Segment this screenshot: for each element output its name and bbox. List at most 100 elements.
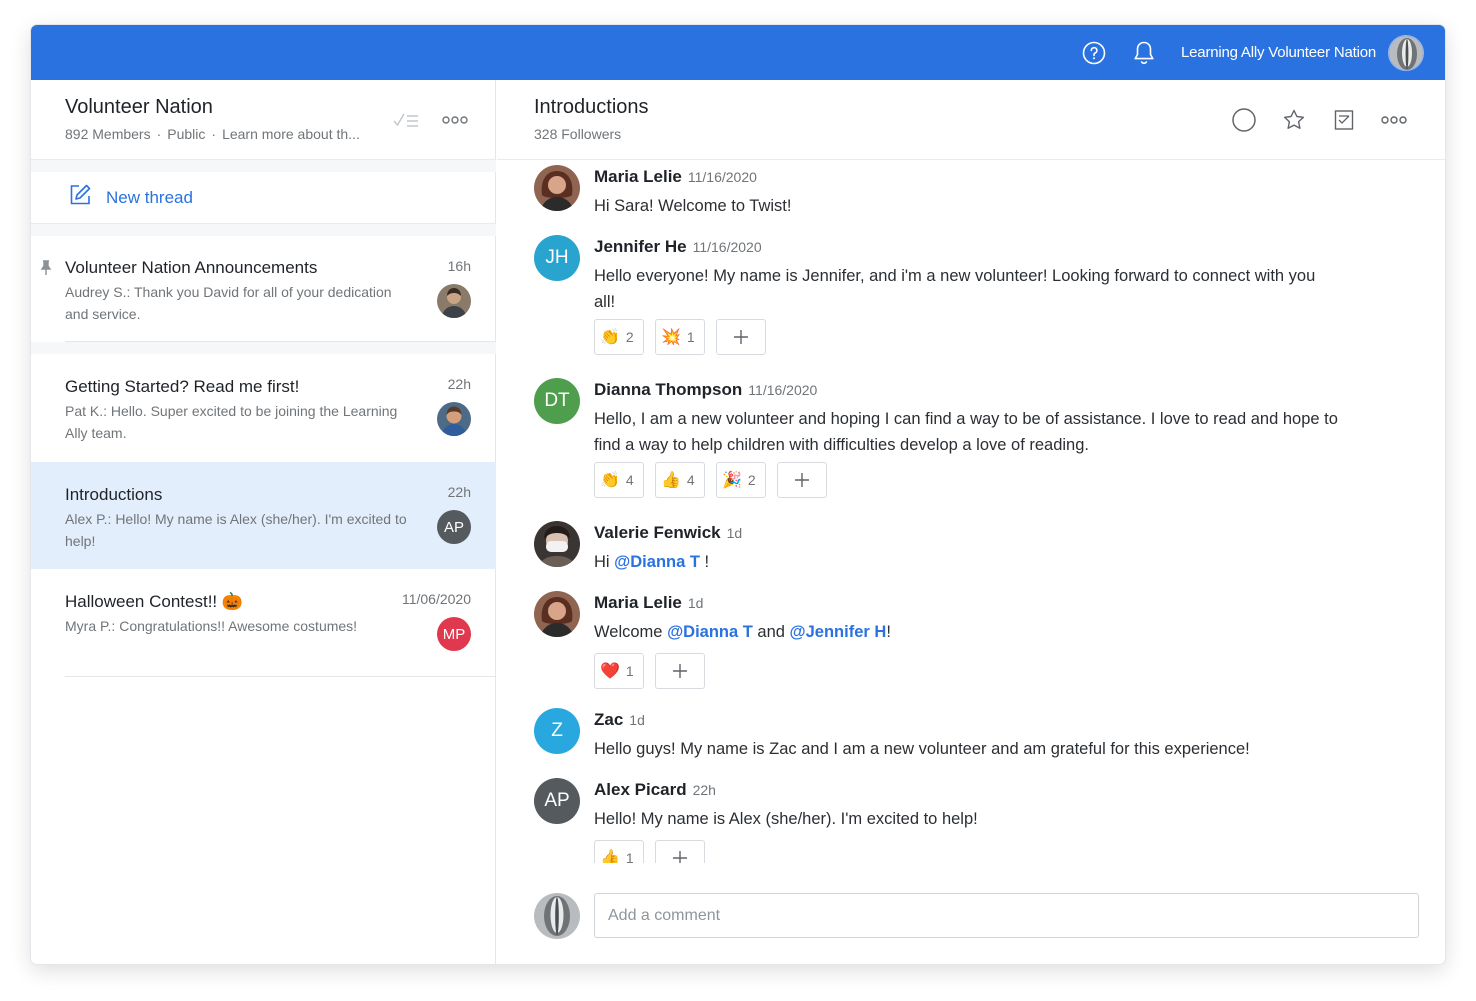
comment-text: Welcome @Dianna T and @Jennifer H!: [594, 623, 891, 641]
mention-link[interactable]: @Dianna T: [614, 553, 700, 571]
thread-followers[interactable]: 328 Followers: [534, 126, 621, 142]
thread-snippet: Pat K.: Hello. Super excited to be joini…: [65, 403, 398, 441]
boom-emoji-icon: 💥: [661, 329, 681, 346]
comment-time: 11/16/2020: [692, 239, 762, 255]
comment-time: 11/16/2020: [748, 382, 818, 398]
comment-time: 1d: [687, 595, 704, 611]
avatar[interactable]: [534, 591, 580, 637]
mark-done-icon[interactable]: [1230, 106, 1258, 134]
author-name[interactable]: Maria Lelie: [594, 593, 682, 612]
party-popper-emoji-icon: 🎉: [722, 472, 742, 489]
plus-icon: [733, 330, 748, 344]
app-window: Learning Ally Volunteer Nation Volunteer…: [31, 25, 1445, 964]
avatar[interactable]: [534, 521, 580, 567]
clap-emoji-icon: 👏: [600, 329, 620, 346]
comment-time: 1d: [629, 712, 645, 728]
add-reaction-button[interactable]: [655, 653, 705, 689]
thread-snippet: Audrey S.: Thank you David for all of yo…: [65, 284, 392, 322]
reactions: 👍 1: [594, 840, 716, 863]
avatar[interactable]: DT: [534, 378, 580, 424]
author-name[interactable]: Alex Picard: [594, 780, 687, 799]
plus-icon: [672, 664, 687, 678]
channel-title[interactable]: Volunteer Nation: [65, 96, 213, 119]
thumbs-up-emoji-icon: 👍: [600, 850, 620, 863]
reaction-clap[interactable]: 👏 2: [594, 319, 644, 355]
mention-link[interactable]: @Jennifer H: [790, 623, 887, 641]
author-name[interactable]: Dianna Thompson: [594, 380, 742, 399]
thread-title: Introductions: [65, 485, 163, 504]
help-icon[interactable]: [1081, 40, 1107, 66]
reaction-heart[interactable]: ❤️ 1: [594, 653, 644, 689]
avatar[interactable]: AP: [534, 778, 580, 824]
channel-header: Volunteer Nation 892 Members · Public · Lear…: [31, 80, 496, 160]
compose-icon: [68, 183, 92, 212]
reactions: 👏 2 💥 1: [594, 319, 777, 355]
more-options-icon[interactable]: [1380, 106, 1408, 134]
thread-header: Introductions 328 Followers: [497, 80, 1445, 160]
new-thread-button[interactable]: New thread: [31, 172, 496, 224]
reaction-thumbs-up[interactable]: 👍 4: [655, 462, 705, 498]
channel-description[interactable]: Learn more about th...: [222, 126, 360, 142]
top-bar: Learning Ally Volunteer Nation: [31, 25, 1445, 80]
comment-text: Hello, I am a new volunteer and hoping I…: [594, 410, 1338, 454]
workspace-name[interactable]: Learning Ally Volunteer Nation: [1181, 44, 1376, 61]
thread-view-title: Introductions: [534, 96, 649, 118]
avatar[interactable]: Z: [534, 708, 580, 754]
comment-time: 22h: [692, 782, 716, 798]
mention-link[interactable]: @Dianna T: [667, 623, 753, 641]
thread-item-introductions[interactable]: Introductions 22h Alex P.: Hello! My nam…: [31, 462, 496, 569]
thread-item-announcements[interactable]: Volunteer Nation Announcements 16h Audre…: [31, 236, 496, 342]
plus-icon: [672, 851, 687, 863]
heart-emoji-icon: ❤️: [600, 663, 620, 680]
author-name[interactable]: Jennifer He: [594, 237, 687, 256]
add-reaction-button[interactable]: [655, 840, 705, 863]
avatar[interactable]: JH: [534, 235, 580, 281]
thread-time: 16h: [447, 258, 471, 274]
comment-text: Hello guys! My name is Zac and I am a ne…: [594, 740, 1250, 758]
avatar[interactable]: [534, 165, 580, 211]
thread-time: 22h: [447, 376, 471, 392]
thread-time: 11/06/2020: [401, 591, 471, 607]
author-name[interactable]: Maria Lelie: [594, 167, 682, 186]
avatar: MP: [437, 617, 471, 651]
workspace-avatar[interactable]: [1388, 34, 1424, 71]
avatar: [437, 402, 471, 436]
reactions: ❤️ 1: [594, 653, 716, 689]
reaction-party[interactable]: 🎉 2: [716, 462, 766, 498]
comment-composer: [497, 863, 1445, 964]
thread-title: Getting Started? Read me first!: [65, 377, 300, 396]
avatar: [437, 284, 471, 318]
thread-item-getting-started[interactable]: Getting Started? Read me first! 22h Pat …: [31, 354, 496, 462]
more-options-icon[interactable]: [441, 109, 469, 131]
thread-item-halloween-contest[interactable]: Halloween Contest!! 🎃 11/06/2020 Myra P.…: [31, 569, 496, 677]
channel-members: 892 Members: [65, 126, 151, 142]
bell-icon[interactable]: [1131, 40, 1157, 66]
author-name[interactable]: Valerie Fenwick: [594, 523, 721, 542]
reaction-thumbs-up[interactable]: 👍 1: [594, 840, 644, 863]
reaction-clap[interactable]: 👏 4: [594, 462, 644, 498]
comment-text: Hi @Dianna T !: [594, 553, 710, 571]
new-thread-label: New thread: [106, 187, 193, 207]
add-reaction-button[interactable]: [777, 462, 827, 498]
avatar: AP: [437, 510, 471, 544]
pumpkin-emoji-icon: 🎃: [221, 592, 244, 611]
thread-title: Halloween Contest!! 🎃: [65, 592, 244, 611]
author-name[interactable]: Zac: [594, 710, 623, 729]
comment-input[interactable]: [594, 893, 1419, 938]
comment-text: Hello everyone! My name is Jennifer, and…: [594, 267, 1316, 311]
thread-snippet: Alex P.: Hello! My name is Alex (she/her…: [65, 511, 407, 549]
add-reaction-button[interactable]: [716, 319, 766, 355]
thread-list-panel: Volunteer Nation 892 Members · Public · Lear…: [31, 80, 496, 964]
pin-icon: [40, 260, 52, 281]
channel-visibility: Public: [167, 126, 206, 142]
comment-time: 1d: [726, 525, 743, 541]
reaction-boom[interactable]: 💥 1: [655, 319, 705, 355]
comment-text: Hi Sara! Welcome to Twist!: [594, 197, 792, 215]
current-user-avatar: [534, 893, 580, 939]
mark-all-read-icon[interactable]: [392, 109, 420, 131]
star-icon[interactable]: [1280, 106, 1308, 134]
notebook-icon[interactable]: [1330, 106, 1358, 134]
message-list: Maria Lelie 11/16/2020 Hi Sara! Welcome t…: [497, 161, 1445, 863]
thread-time: 22h: [447, 484, 471, 500]
plus-icon: [794, 473, 809, 487]
